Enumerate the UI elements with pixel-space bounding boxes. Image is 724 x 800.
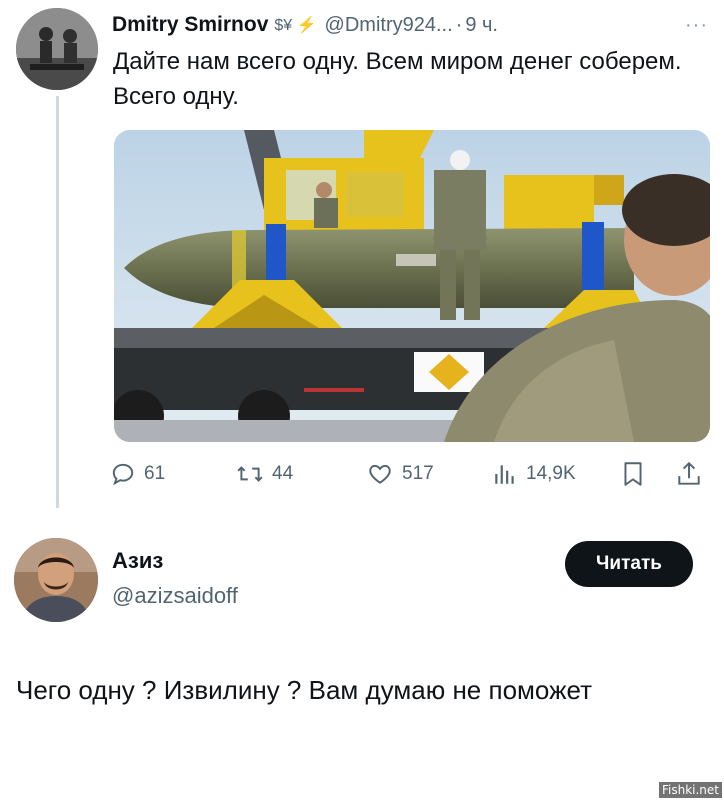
bookmark-icon	[624, 462, 642, 486]
views-count: 14,9K	[526, 463, 576, 484]
like-icon	[369, 464, 391, 484]
like-count: 517	[402, 463, 434, 484]
reply-count: 61	[144, 463, 166, 484]
separator-dot: ·	[455, 13, 463, 36]
retweet-icon	[237, 466, 263, 482]
bookmark-button[interactable]	[620, 460, 646, 488]
avatar-photo	[14, 538, 98, 622]
tweet-author-avatar[interactable]	[16, 8, 98, 90]
avatar-photo	[16, 8, 98, 90]
tweet-timestamp[interactable]: 9 ч.	[465, 14, 498, 37]
follow-button[interactable]: Читать	[565, 541, 693, 587]
tweet-author-handle[interactable]: @Dmitry924...	[325, 14, 453, 37]
views-icon	[495, 465, 514, 484]
like-button[interactable]: 517	[366, 461, 434, 487]
tweet-header: Dmitry Smirnov $¥ ⚡ @Dmitry924... · 9 ч.…	[112, 10, 708, 40]
tweet-media-image[interactable]	[114, 130, 710, 442]
reply-author-handle[interactable]: @azizsaidoff	[112, 583, 238, 609]
reply-author-name[interactable]: Азиз	[112, 548, 163, 574]
reply-text: Чего одну ? Извилину ? Вам думаю не помо…	[16, 675, 592, 705]
retweet-button[interactable]: 44	[236, 461, 293, 487]
retweet-count: 44	[272, 463, 294, 484]
reply-button[interactable]: 61	[110, 461, 165, 487]
photo-icon	[114, 130, 710, 442]
tweet-action-bar: 61 44 517 14,9K	[110, 456, 714, 492]
tweet-text: Дайте нам всего одну. Всем миром денег с…	[113, 48, 682, 110]
reply-author-avatar[interactable]	[14, 538, 98, 622]
thread-connector-line	[56, 96, 59, 508]
share-button[interactable]	[676, 460, 702, 488]
author-badges: $¥ ⚡	[274, 17, 317, 34]
watermark: Fishki.net	[658, 782, 722, 798]
share-icon	[678, 461, 700, 485]
reply-icon	[112, 463, 134, 486]
tweet-author-name[interactable]: Dmitry Smirnov	[112, 13, 268, 37]
views-button[interactable]: 14,9K	[492, 461, 576, 487]
more-icon[interactable]: ···	[685, 14, 708, 37]
